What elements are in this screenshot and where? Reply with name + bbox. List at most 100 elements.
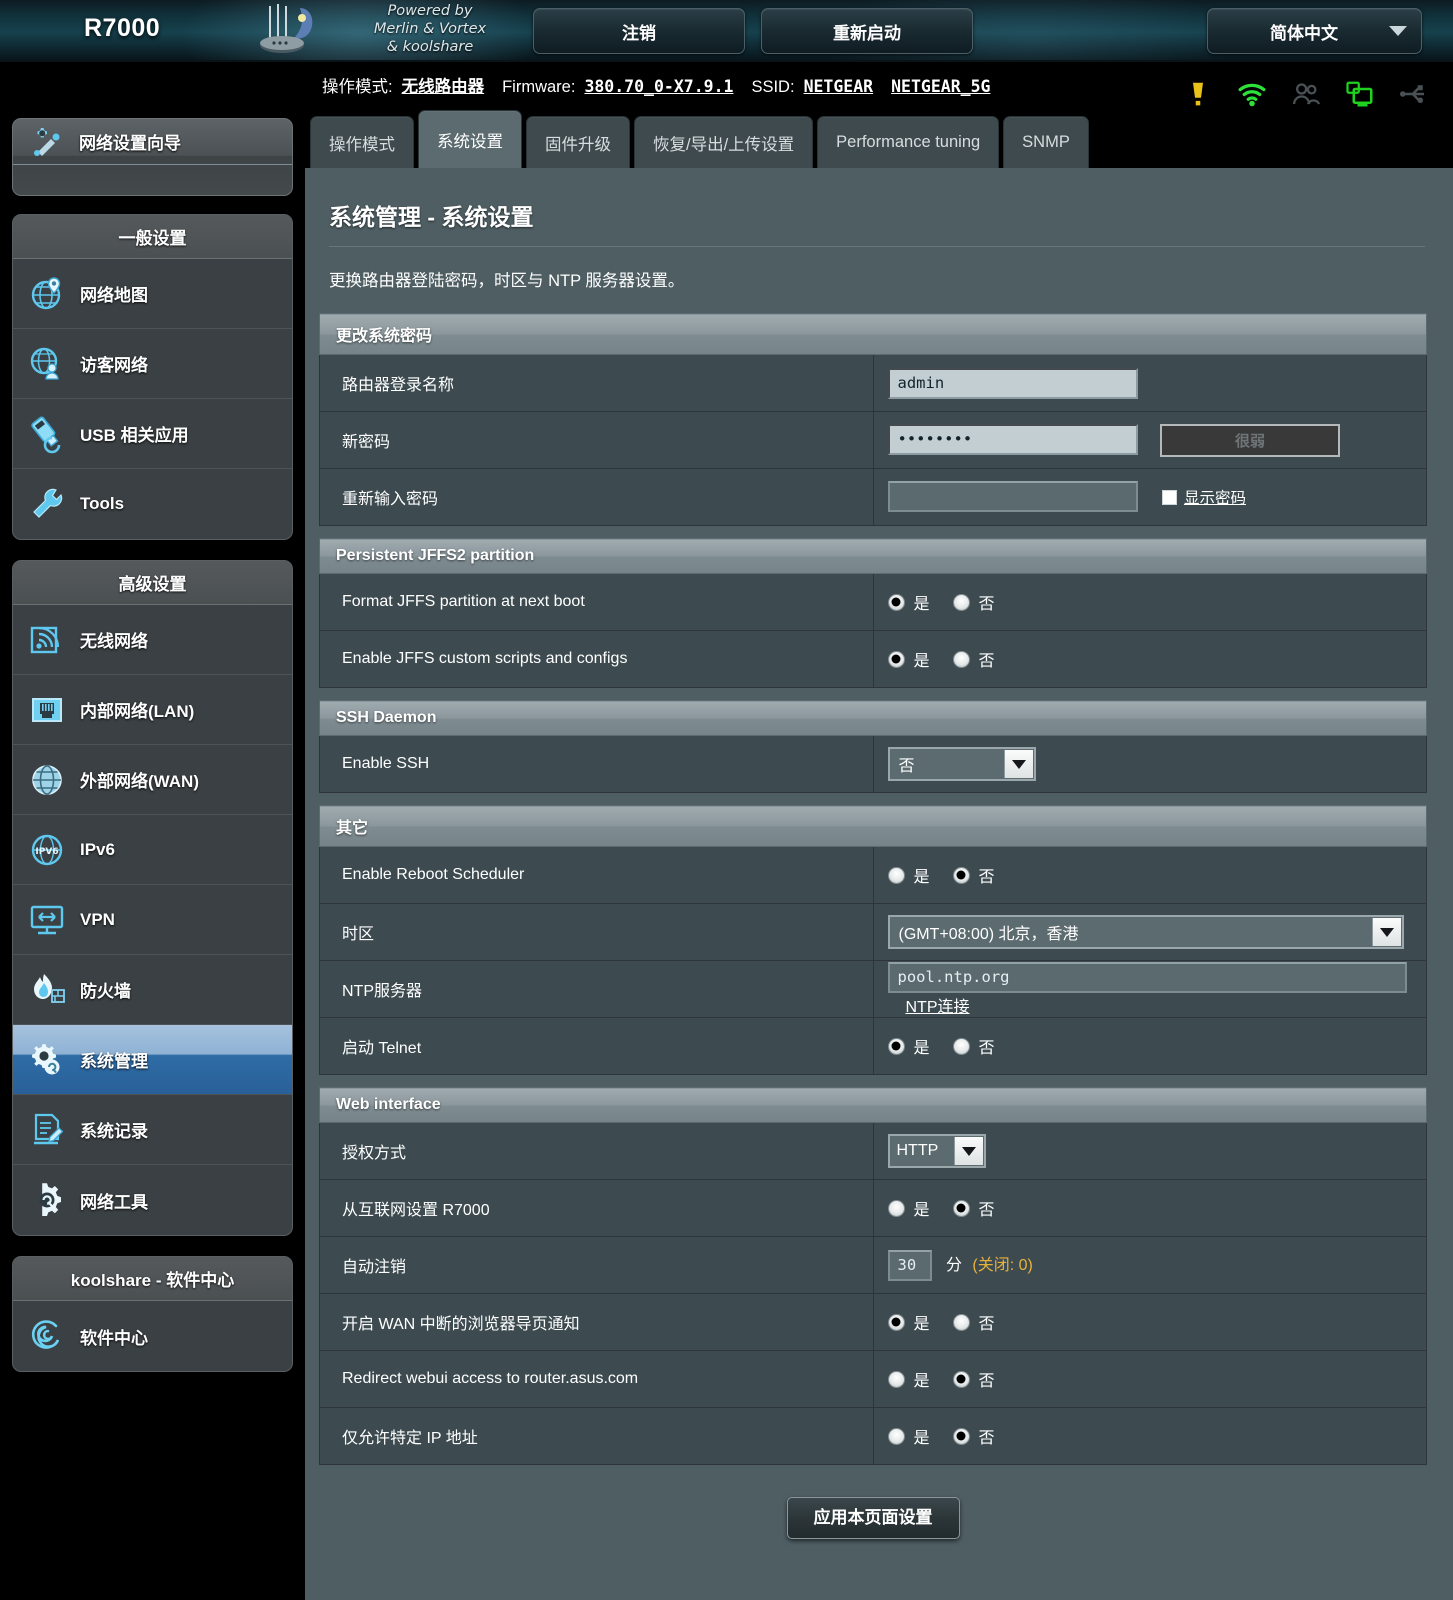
row-label: 从互联网设置 R7000 xyxy=(320,1180,874,1237)
row-label: 自动注销 xyxy=(320,1237,874,1294)
section-header-misc: 其它 xyxy=(320,806,1427,847)
sidebar-item-ipv6[interactable]: IPV6 IPv6 xyxy=(13,815,292,885)
chevron-down-icon[interactable] xyxy=(1372,918,1401,946)
wifi-icon[interactable] xyxy=(1237,79,1267,109)
sidebar-item-network-map[interactable]: 网络地图 xyxy=(13,259,292,329)
radio-no[interactable] xyxy=(953,1371,970,1388)
row-value: 显示密码 xyxy=(873,469,1427,526)
sidebar-item-administration[interactable]: 系统管理 xyxy=(13,1025,292,1095)
row-value: 分 (关闭: 0) xyxy=(873,1237,1427,1294)
retype-password-input[interactable] xyxy=(888,481,1138,512)
operation-mode-label: 操作模式: xyxy=(322,78,393,96)
radio-no[interactable] xyxy=(953,1038,970,1055)
sidebar-item-firewall[interactable]: 防火墙 xyxy=(13,955,292,1025)
sidebar-item-guest-network[interactable]: 访客网络 xyxy=(13,329,292,399)
usb-alert-icon[interactable] xyxy=(1183,79,1213,109)
sidebar-item-softcenter[interactable]: 软件中心 xyxy=(13,1301,292,1371)
language-select[interactable]: 简体中文 xyxy=(1207,8,1422,54)
radio-yes[interactable] xyxy=(888,1428,905,1445)
sidebar-item-label: 网络地图 xyxy=(80,281,148,306)
wizard-gear-icon xyxy=(27,122,67,162)
row-enable-telnet: 启动 Telnet 是 否 xyxy=(320,1018,1427,1075)
sidebar-item-label: 系统记录 xyxy=(80,1117,148,1142)
radio-yes[interactable] xyxy=(888,594,905,611)
sidebar-item-label: 访客网络 xyxy=(80,351,148,376)
apply-button[interactable]: 应用本页面设置 xyxy=(787,1497,960,1539)
tab-snmp[interactable]: SNMP xyxy=(1003,116,1089,168)
chevron-down-icon[interactable] xyxy=(1004,750,1033,778)
radio-no[interactable] xyxy=(953,594,970,611)
row-value: (GMT+08:00) 北京，香港 xyxy=(873,904,1427,961)
tab-performance-tuning[interactable]: Performance tuning xyxy=(817,116,999,168)
network-monitor-icon[interactable] xyxy=(1345,79,1375,109)
section-spacer xyxy=(320,793,1427,806)
timezone-select[interactable]: (GMT+08:00) 北京，香港 xyxy=(888,915,1404,949)
auth-method-select[interactable]: HTTP xyxy=(888,1134,986,1168)
new-password-input[interactable] xyxy=(888,424,1138,455)
auto-logout-note: (关闭: 0) xyxy=(972,1257,1032,1274)
sidebar-item-system-log[interactable]: 系统记录 xyxy=(13,1095,292,1165)
router-login-name-input[interactable] xyxy=(888,368,1138,399)
row-label: 开启 WAN 中断的浏览器导页通知 xyxy=(320,1294,874,1351)
sidebar-item-label: VPN xyxy=(80,910,115,930)
sidebar-item-network-tools[interactable]: 网络工具 xyxy=(13,1165,292,1235)
radio-no[interactable] xyxy=(953,1314,970,1331)
row-enable-jffs-scripts: Enable JFFS custom scripts and configs 是… xyxy=(320,631,1427,688)
ssid-5g[interactable]: NETGEAR_5G xyxy=(891,77,990,96)
row-format-jffs-next-boot: Format JFFS partition at next boot 是 否 xyxy=(320,574,1427,631)
operation-mode-value[interactable]: 无线路由器 xyxy=(402,78,485,96)
row-timezone: 时区 (GMT+08:00) 北京，香港 xyxy=(320,904,1427,961)
usb-icon[interactable] xyxy=(1399,79,1429,109)
radio-yes[interactable] xyxy=(888,1200,905,1217)
radio-yes[interactable] xyxy=(888,1314,905,1331)
radio-no[interactable] xyxy=(953,1428,970,1445)
tab-firmware-upgrade[interactable]: 固件升级 xyxy=(526,116,630,168)
chevron-down-icon[interactable] xyxy=(954,1137,983,1165)
powered-by-text: Powered by Merlin & Vortex & koolshare xyxy=(330,2,530,56)
radio-no[interactable] xyxy=(953,651,970,668)
sidebar-item-network-wizard[interactable]: 网络设置向导 xyxy=(12,118,293,196)
radio-yes[interactable] xyxy=(888,867,905,884)
wrench-icon xyxy=(27,484,67,524)
sidebar-item-lan[interactable]: 内部网络(LAN) xyxy=(13,675,292,745)
row-label: Format JFFS partition at next boot xyxy=(320,574,874,631)
sidebar-item-wan[interactable]: 外部网络(WAN) xyxy=(13,745,292,815)
sidebar-item-tools[interactable]: Tools xyxy=(13,469,292,539)
radio-yes[interactable] xyxy=(888,651,905,668)
powered-line-1: Powered by xyxy=(330,2,530,20)
radio-no[interactable] xyxy=(953,1200,970,1217)
radio-no[interactable] xyxy=(953,867,970,884)
tab-restore-save-upload[interactable]: 恢复/导出/上传设置 xyxy=(634,116,813,168)
tab-operation-mode[interactable]: 操作模式 xyxy=(310,116,414,168)
clients-icon[interactable] xyxy=(1291,79,1321,109)
row-value: 是 否 xyxy=(873,1294,1427,1351)
sidebar-item-wireless[interactable]: 无线网络 xyxy=(13,605,292,675)
show-password-toggle[interactable]: 显示密码 xyxy=(1162,481,1246,514)
auto-logout-input[interactable] xyxy=(888,1250,932,1281)
ntp-server-input[interactable] xyxy=(888,962,1407,993)
powered-line-3: & koolshare xyxy=(330,38,530,56)
ssid-24g[interactable]: NETGEAR xyxy=(804,77,874,96)
radio-yes-label: 是 xyxy=(914,1034,930,1058)
tab-system-setting[interactable]: 系统设置 xyxy=(418,110,522,168)
firmware-version[interactable]: 380.70_0-X7.9.1 xyxy=(584,77,733,96)
radio-yes-label: 是 xyxy=(914,1367,930,1391)
row-label: 新密码 xyxy=(320,412,874,469)
select-value: (GMT+08:00) 北京，香港 xyxy=(899,920,1079,944)
page-title: 系统管理 - 系统设置 xyxy=(319,168,1427,246)
sidebar-item-vpn[interactable]: VPN xyxy=(13,885,292,955)
ssh-enable-select[interactable]: 否 xyxy=(888,747,1036,781)
radio-yes[interactable] xyxy=(888,1371,905,1388)
logout-button[interactable]: 注销 xyxy=(533,8,745,54)
radio-yes[interactable] xyxy=(888,1038,905,1055)
radio-group: 是 否 xyxy=(888,863,1427,887)
sidebar-item-usb-application[interactable]: USB 相关应用 xyxy=(13,399,292,469)
row-value: 是 否 xyxy=(873,574,1427,631)
row-new-password: 新密码 很弱 xyxy=(320,412,1427,469)
vpn-icon xyxy=(27,900,67,940)
checkbox-icon[interactable] xyxy=(1162,490,1177,505)
reboot-button[interactable]: 重新启动 xyxy=(761,8,973,54)
radio-group: 是 否 xyxy=(888,1310,1427,1334)
section-title: SSH Daemon xyxy=(320,701,1427,736)
ntp-sync-link[interactable]: NTP连接 xyxy=(906,999,970,1016)
